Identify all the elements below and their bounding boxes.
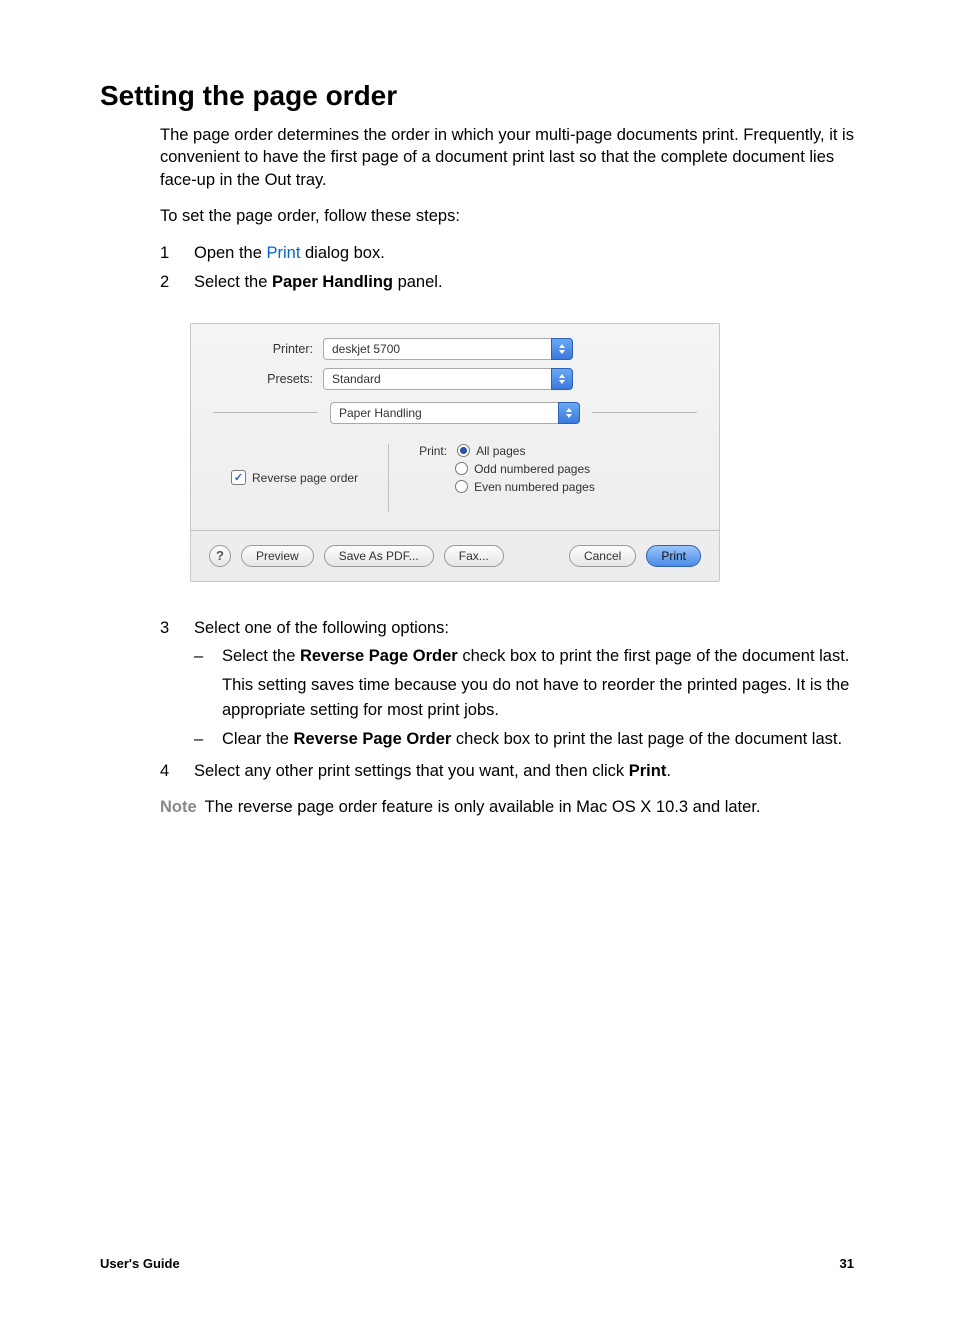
- print-dialog: Printer: deskjet 5700 Presets: Standard: [190, 323, 720, 582]
- step-2: 2 Select the Paper Handling panel.: [160, 270, 854, 295]
- bullet-2: – Clear the Reverse Page Order check box…: [194, 727, 854, 752]
- radio-label: Even numbered pages: [474, 480, 595, 494]
- reverse-page-order-checkbox-wrap[interactable]: ✓ Reverse page order: [231, 444, 389, 512]
- dropdown-icon: [551, 368, 573, 390]
- radio-odd-pages[interactable]: Odd numbered pages: [419, 462, 595, 476]
- steps-list: 1 Open the Print dialog box. 2 Select th…: [160, 241, 854, 295]
- print-button[interactable]: Print: [646, 545, 701, 567]
- content-block: The page order determines the order in w…: [100, 124, 854, 817]
- printer-label: Printer:: [213, 342, 323, 356]
- panel-select[interactable]: Paper Handling: [330, 402, 580, 424]
- step-body: Open the Print dialog box.: [194, 241, 854, 266]
- note-text: The reverse page order feature is only a…: [205, 798, 761, 816]
- radio-icon: [455, 462, 468, 475]
- text: check box to print the first page of the…: [458, 647, 850, 665]
- dropdown-icon: [558, 402, 580, 424]
- footer: User's Guide 31: [100, 1256, 854, 1271]
- radio-label: All pages: [476, 444, 525, 458]
- bold-text: Paper Handling: [272, 273, 393, 291]
- note: Note The reverse page order feature is on…: [160, 798, 854, 817]
- bold-text: Print: [629, 762, 667, 780]
- footer-right: 31: [840, 1256, 854, 1271]
- step-number: 3: [160, 616, 194, 756]
- steps-list-cont: 3 Select one of the following options: –…: [160, 616, 854, 785]
- step-number: 4: [160, 759, 194, 784]
- footer-left: User's Guide: [100, 1256, 180, 1271]
- printer-value: deskjet 5700: [323, 338, 551, 360]
- save-as-pdf-button[interactable]: Save As PDF...: [324, 545, 434, 567]
- radio-label: Odd numbered pages: [474, 462, 590, 476]
- dropdown-icon: [551, 338, 573, 360]
- dialog-buttons: ? Preview Save As PDF... Fax... Cancel P…: [191, 531, 719, 581]
- step-1: 1 Open the Print dialog box.: [160, 241, 854, 266]
- text: Select one of the following options:: [194, 619, 449, 637]
- step-number: 1: [160, 241, 194, 266]
- radio-icon: [457, 444, 470, 457]
- fax-button[interactable]: Fax...: [444, 545, 504, 567]
- presets-value: Standard: [323, 368, 551, 390]
- radio-even-pages[interactable]: Even numbered pages: [419, 480, 595, 494]
- radio-all-pages[interactable]: Print: All pages: [419, 444, 595, 458]
- extra-text: This setting saves time because you do n…: [222, 673, 854, 723]
- reverse-label: Reverse page order: [252, 471, 358, 485]
- dash-icon: –: [194, 727, 222, 752]
- step-body: Select any other print settings that you…: [194, 759, 854, 784]
- text: check box to print the last page of the …: [451, 730, 842, 748]
- step-body: Select the Paper Handling panel.: [194, 270, 854, 295]
- text: Open the: [194, 244, 266, 262]
- print-dialog-wrap: Printer: deskjet 5700 Presets: Standard: [190, 323, 854, 582]
- presets-label: Presets:: [213, 372, 323, 386]
- text: dialog box.: [300, 244, 384, 262]
- panel-body: ✓ Reverse page order Print: All pages Od…: [191, 438, 719, 531]
- presets-select[interactable]: Standard: [323, 368, 573, 390]
- intro-paragraph: The page order determines the order in w…: [160, 124, 854, 191]
- bold-text: Reverse Page Order: [294, 730, 452, 748]
- text: Select any other print settings that you…: [194, 762, 629, 780]
- text: .: [666, 762, 671, 780]
- text: Select the: [194, 273, 272, 291]
- printer-row: Printer: deskjet 5700: [191, 338, 719, 360]
- print-label: Print:: [419, 444, 447, 458]
- help-button[interactable]: ?: [209, 545, 231, 567]
- printer-select[interactable]: deskjet 5700: [323, 338, 573, 360]
- presets-row: Presets: Standard: [191, 368, 719, 390]
- panel-divider: Paper Handling: [191, 398, 719, 428]
- preview-button[interactable]: Preview: [241, 545, 314, 567]
- note-label: Note: [160, 798, 197, 816]
- step-3: 3 Select one of the following options: –…: [160, 616, 854, 756]
- step-body: Select one of the following options: – S…: [194, 616, 854, 756]
- print-link[interactable]: Print: [266, 244, 300, 262]
- bullet-1: – Select the Reverse Page Order check bo…: [194, 644, 854, 722]
- text: Select the: [222, 647, 300, 665]
- bullet-body: Select the Reverse Page Order check box …: [222, 644, 854, 722]
- step-number: 2: [160, 270, 194, 295]
- bullet-body: Clear the Reverse Page Order check box t…: [222, 727, 854, 752]
- print-radio-group: Print: All pages Odd numbered pages Even…: [389, 444, 595, 498]
- lead-in-paragraph: To set the page order, follow these step…: [160, 205, 854, 227]
- bold-text: Reverse Page Order: [300, 647, 458, 665]
- dash-icon: –: [194, 644, 222, 722]
- step-4: 4 Select any other print settings that y…: [160, 759, 854, 784]
- text: Clear the: [222, 730, 294, 748]
- sub-bullets: – Select the Reverse Page Order check bo…: [194, 644, 854, 751]
- radio-icon: [455, 480, 468, 493]
- panel-value: Paper Handling: [330, 402, 558, 424]
- cancel-button[interactable]: Cancel: [569, 545, 636, 567]
- page-title: Setting the page order: [100, 80, 854, 112]
- text: panel.: [393, 273, 443, 291]
- checkbox-icon: ✓: [231, 470, 246, 485]
